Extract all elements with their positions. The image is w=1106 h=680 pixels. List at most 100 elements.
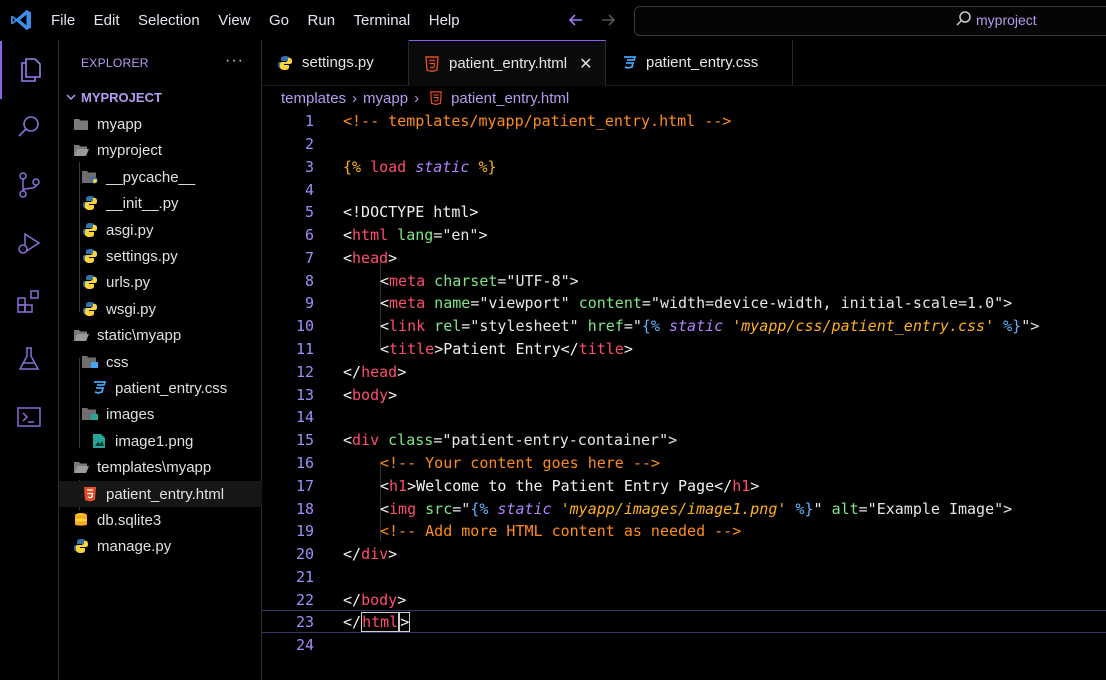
folder-open-icon (72, 327, 90, 343)
menu-terminal[interactable]: Terminal (354, 12, 411, 29)
tree-item-asgi[interactable]: asgi.py (59, 217, 283, 243)
tree-item-urls[interactable]: urls.py (59, 269, 283, 295)
explorer-more-icon[interactable]: ··· (225, 52, 244, 70)
vscode-logo-icon (11, 10, 31, 30)
terminal-activity[interactable] (0, 388, 58, 446)
python-icon (276, 54, 294, 72)
html-icon (81, 486, 99, 502)
tree-item-manage[interactable]: manage.py (59, 533, 274, 559)
close-icon[interactable]: ✕ (579, 54, 592, 74)
menu-help[interactable]: Help (429, 12, 460, 29)
tree-item-settings[interactable]: settings.py (59, 243, 283, 269)
tree-item-image1[interactable]: image1.png (59, 428, 292, 454)
testing-activity[interactable] (0, 330, 58, 388)
css-icon (90, 380, 108, 396)
extensions-icon (17, 290, 39, 313)
tree-item-templates[interactable]: templates\myapp (59, 454, 274, 480)
code-line: 17 <h1>Welcome to the Patient Entry Page<… (295, 476, 760, 495)
search-icon (956, 11, 971, 26)
code-line: 6 <html lang="en"> (304, 225, 488, 244)
code-line: 4 (304, 180, 314, 199)
chevron-down-icon (66, 94, 76, 101)
image-icon (90, 433, 108, 449)
source-control-activity[interactable] (0, 156, 58, 214)
python-icon (81, 195, 99, 211)
terminal-icon (17, 407, 41, 427)
code-line: 11 <title>Patient Entry</title> (295, 339, 633, 358)
tab-label: settings.py (302, 54, 374, 71)
tree-item-label: wsgi.py (106, 300, 157, 318)
code-line: 13 <body> (295, 385, 398, 404)
tree-item-label: image1.png (115, 432, 194, 450)
tree-item-images[interactable]: images (59, 401, 283, 427)
tree-item-init[interactable]: __init__.py (59, 190, 283, 216)
activity-bar (0, 40, 59, 680)
menu-bar: File Edit Selection View Go Run Terminal… (51, 0, 478, 40)
explorer-activity[interactable] (0, 41, 60, 99)
code-editor[interactable]: 1 <!-- templates/myapp/patient_entry.html… (262, 109, 1106, 680)
menu-selection[interactable]: Selection (138, 12, 200, 29)
tab-settings[interactable]: settings.py (262, 40, 409, 85)
menu-run[interactable]: Run (308, 12, 336, 29)
html-icon (423, 55, 441, 73)
tree-item-label: settings.py (106, 247, 178, 265)
code-line: 7 <head> (304, 248, 398, 267)
tree-item-wsgi[interactable]: wsgi.py (59, 296, 283, 322)
folder-open-icon (72, 459, 90, 475)
code-line: 14 (295, 407, 314, 426)
menu-file[interactable]: File (51, 12, 75, 29)
menu-view[interactable]: View (218, 12, 250, 29)
code-line: 24 (295, 635, 314, 654)
back-arrow-icon[interactable] (566, 10, 586, 30)
tree-item-label: css (106, 353, 129, 371)
source-control-icon (19, 172, 40, 198)
code-line: 5 <!DOCTYPE html> (304, 202, 479, 221)
breadcrumb: templates › myapp › patient_entry.html (281, 88, 569, 108)
chevron-right-icon: › (352, 89, 358, 107)
tree-item-myproject[interactable]: myproject (59, 137, 274, 163)
tree-item-label: images (106, 405, 155, 423)
python-icon (81, 248, 99, 264)
tree-item-label: __init__.py (106, 194, 179, 212)
project-root[interactable]: MYPROJECT (63, 89, 162, 105)
chevron-right-icon: › (414, 89, 420, 107)
tab-patient-entry-css[interactable]: patient_entry.css (606, 40, 793, 85)
code-line: 19 <!-- Add more HTML content as needed -… (295, 521, 742, 540)
menu-go[interactable]: Go (269, 12, 289, 29)
search-activity[interactable] (0, 98, 58, 156)
code-line: 21 (295, 567, 314, 586)
tree-item-label: patient_entry.html (106, 485, 225, 503)
tree-item-myapp[interactable]: myapp (59, 111, 274, 137)
project-name: MYPROJECT (81, 89, 162, 105)
image-folder-icon (81, 406, 99, 422)
tree-item-db[interactable]: db.sqlite3 (59, 507, 274, 533)
tree-item-label: static\myapp (97, 326, 182, 344)
tree-item-patient-entry-css[interactable]: patient_entry.css (59, 375, 292, 401)
breadcrumb-templates[interactable]: templates (281, 90, 346, 107)
tree-item-pycache[interactable]: __pycache__ (59, 164, 283, 190)
search-text[interactable]: myproject (976, 12, 1037, 28)
html-icon (430, 91, 442, 105)
python-icon (81, 222, 99, 238)
extensions-activity[interactable] (0, 272, 58, 330)
tree-item-label: myapp (97, 115, 143, 133)
tab-patient-entry-html[interactable]: patient_entry.html ✕ (409, 40, 606, 86)
tree-item-css[interactable]: css (59, 349, 283, 375)
code-line: 18 <img src="{% static 'myapp/images/imag… (295, 499, 1013, 518)
code-line: 8 <meta charset="UTF-8"> (304, 271, 579, 290)
forward-arrow-icon[interactable] (598, 10, 618, 30)
code-line-current: 23 </html > (262, 610, 1106, 633)
run-debug-icon (18, 232, 41, 254)
breadcrumb-file[interactable]: patient_entry.html (451, 90, 569, 107)
flask-icon (18, 347, 40, 370)
code-line: 3 {% load static %} (304, 157, 497, 176)
explorer-title: EXPLORER (81, 56, 149, 70)
run-debug-activity[interactable] (0, 214, 58, 272)
python-icon (81, 301, 99, 317)
css-folder-icon (81, 354, 99, 370)
tree-item-patient-entry-html[interactable]: patient_entry.html (59, 481, 283, 507)
tree-item-static[interactable]: static\myapp (59, 322, 274, 348)
code-line: 20 </div> (295, 544, 398, 563)
menu-edit[interactable]: Edit (94, 12, 120, 29)
breadcrumb-myapp[interactable]: myapp (363, 90, 408, 107)
